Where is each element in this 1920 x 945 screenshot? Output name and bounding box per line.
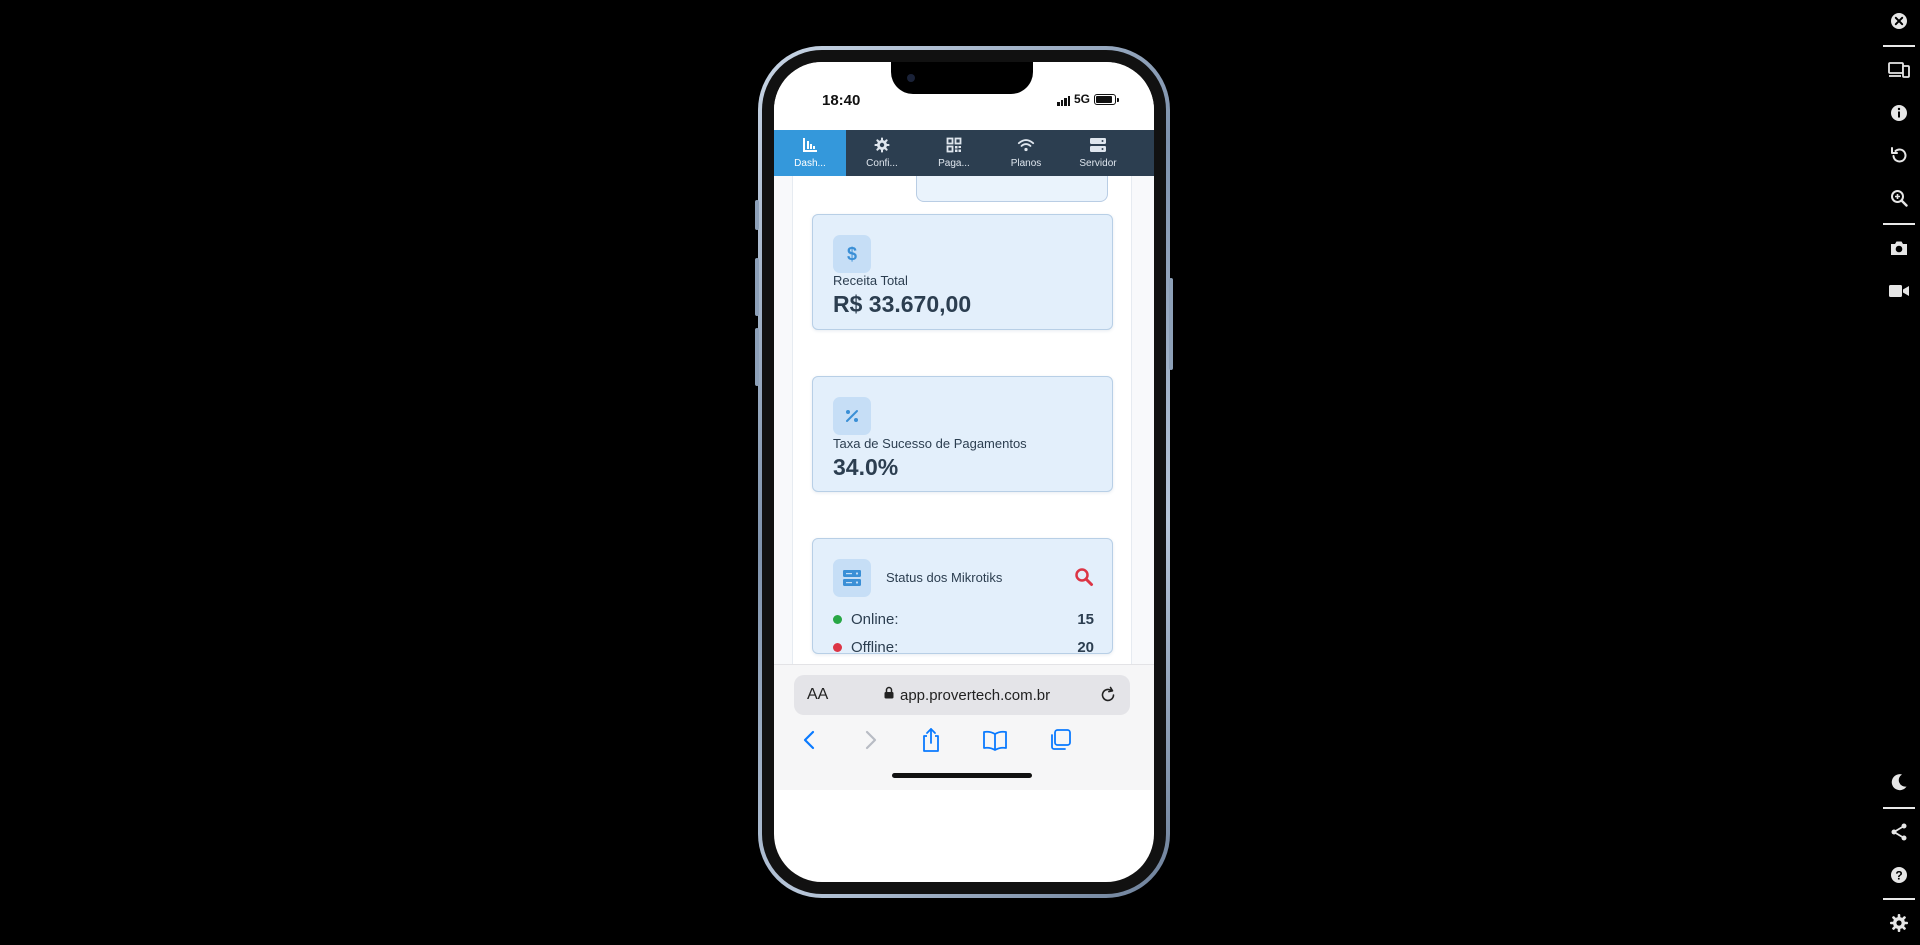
offline-status-dot [833,642,842,652]
toolbar-divider [1883,807,1915,809]
home-indicator [892,773,1032,778]
lock-icon [884,686,894,704]
power-button [1169,278,1173,370]
bookmarks-icon[interactable] [982,727,1008,753]
volume-down-button [755,328,759,386]
chart-bar-icon [801,136,819,154]
tab-configuracoes[interactable]: Confi... [846,130,918,176]
server-icon [833,559,871,597]
mikrotik-online-row: Online: 15 [833,609,1094,629]
back-icon[interactable] [796,727,822,753]
devices-icon[interactable] [1887,58,1911,82]
mute-switch [755,200,759,230]
phone-bezel: 18:40 5G Dash... Confi... Paga... Planos… [762,50,1166,894]
offline-label: Offline: [851,638,899,656]
revenue-value: R$ 33.670,00 [833,291,972,317]
gear-icon [873,136,891,154]
tab-pagamentos[interactable]: Paga... [918,130,990,176]
mikrotik-status-card: Status dos Mikrotiks Online: 15 Offline: [812,538,1113,657]
camera-icon[interactable] [1887,236,1911,260]
emulator-toolbar: ? [1878,0,1920,945]
battery-icon [1094,94,1119,105]
offline-count: 20 [1077,638,1094,656]
front-camera [907,74,915,82]
svg-text:$: $ [847,244,857,264]
success-rate-label: Taxa de Sucesso de Pagamentos [833,436,1027,451]
signal-icon [1057,96,1070,106]
network-type: 5G [1074,92,1091,106]
help-icon[interactable]: ? [1887,863,1911,887]
success-rate-card: Taxa de Sucesso de Pagamentos 34.0% [812,376,1113,492]
server-icon [1089,136,1107,154]
dark-mode-icon[interactable] [1887,770,1911,794]
qrcode-icon [945,136,963,154]
safari-toolbar: AA app.provertech.com.br [774,664,1154,790]
percent-icon [833,397,871,435]
notch [891,62,1033,94]
online-status-dot [833,614,842,624]
online-label: Online: [851,610,899,628]
tab-configuracoes-label: Confi... [866,158,898,169]
volume-up-button [755,258,759,316]
dashboard-content[interactable]: $ Receita Total R$ 33.670,00 Taxa de Suc… [774,176,1154,664]
revenue-card: $ Receita Total R$ 33.670,00 [812,214,1113,330]
tab-servidor-label: Servidor [1079,158,1117,169]
success-rate-value: 34.0% [833,454,899,480]
svg-text:?: ? [1895,869,1902,883]
url-text: app.provertech.com.br [900,686,1051,704]
rotate-icon[interactable] [1887,143,1911,167]
phone-screen: 18:40 5G Dash... Confi... Paga... Planos… [774,62,1154,882]
share-icon[interactable] [1887,820,1911,844]
app-tab-bar: Dash... Confi... Paga... Planos Servidor [774,130,1154,176]
previous-card-partial [916,176,1108,202]
share-icon[interactable] [918,727,944,753]
reload-icon[interactable] [1098,685,1118,705]
close-icon[interactable] [1887,9,1911,33]
url-display: app.provertech.com.br [884,686,1050,704]
tabs-icon[interactable] [1047,727,1073,753]
tab-dashboard-label: Dash... [794,158,826,169]
tab-planos[interactable]: Planos [990,130,1062,176]
video-record-icon[interactable] [1887,279,1911,303]
reader-text-size-button[interactable]: AA [807,686,828,704]
forward-icon[interactable] [858,727,884,753]
mikrotik-title: Status dos Mikrotiks [886,570,1003,585]
settings-gear-icon[interactable] [1887,911,1911,935]
mikrotik-offline-row: Offline: 20 [833,637,1094,657]
tab-pagamentos-label: Paga... [938,158,970,169]
toolbar-divider [1883,898,1915,900]
toolbar-divider [1883,223,1915,225]
tab-planos-label: Planos [1010,158,1042,169]
wifi-icon [1017,136,1035,154]
dollar-icon: $ [833,235,871,273]
address-bar[interactable]: AA app.provertech.com.br [794,675,1130,715]
ios-status-bar: 18:40 5G [774,62,1154,130]
online-count: 15 [1077,610,1094,628]
status-time: 18:40 [822,92,861,109]
phone-frame: 18:40 5G Dash... Confi... Paga... Planos… [755,46,1173,898]
tab-servidor[interactable]: Servidor [1062,130,1134,176]
revenue-label: Receita Total [833,273,908,288]
zoom-in-icon[interactable] [1887,186,1911,210]
info-icon[interactable] [1887,101,1911,125]
search-icon[interactable] [1074,567,1094,587]
toolbar-divider [1883,45,1915,47]
tab-dashboard[interactable]: Dash... [774,130,846,176]
emulator-stage: 18:40 5G Dash... Confi... Paga... Planos… [0,0,1920,945]
